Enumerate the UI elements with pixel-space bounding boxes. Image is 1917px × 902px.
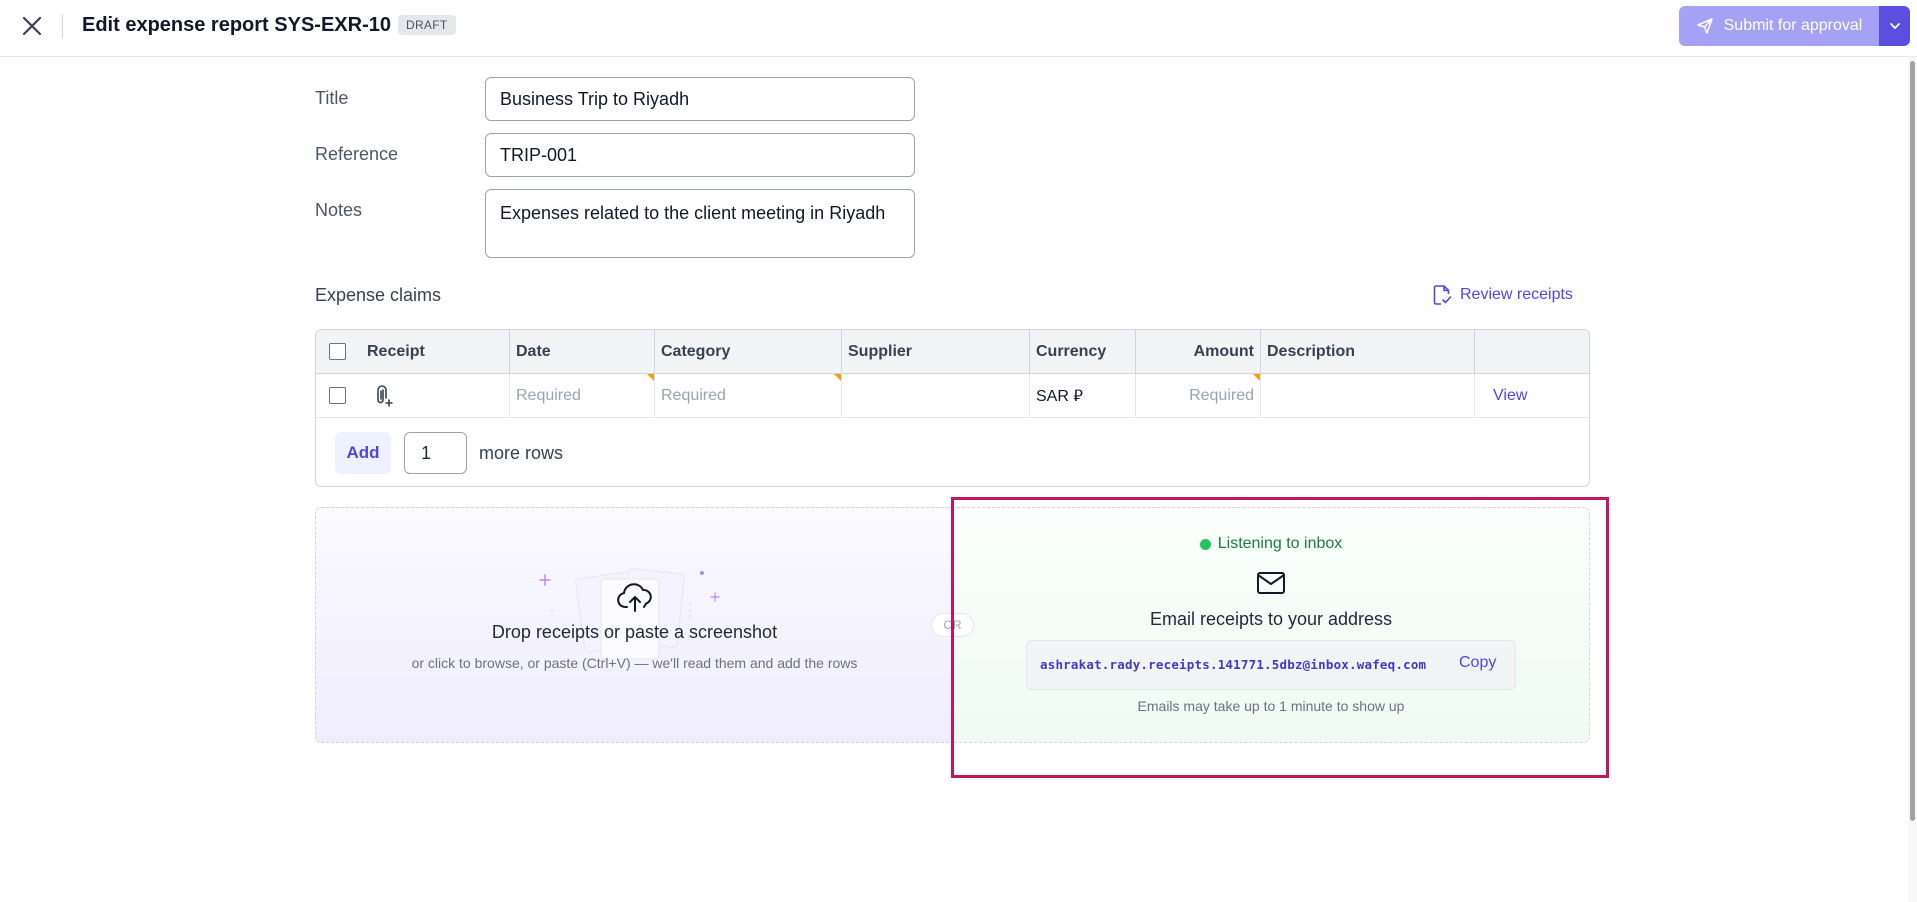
drop-title: Drop receipts or paste a screenshot — [491, 622, 778, 642]
reference-field[interactable]: TRIP-001 — [485, 133, 915, 177]
column-header-actions — [1474, 330, 1589, 373]
more-rows-label: more rows — [479, 443, 564, 463]
expense-claims-heading: Expense claims — [315, 285, 442, 305]
receipt-drop-zone[interactable]: Drop receipts or paste a screenshot or c… — [315, 507, 952, 743]
category-placeholder: Required — [661, 386, 726, 404]
top-bar: Edit expense report SYS-EXR-10 DRAFT Sub… — [0, 0, 1917, 57]
notes-label: Notes — [315, 200, 363, 220]
close-button[interactable] — [18, 12, 46, 40]
select-all-checkbox[interactable] — [329, 343, 346, 360]
actions-cell: View — [1474, 374, 1589, 417]
view-link[interactable]: View — [1493, 387, 1527, 405]
reference-label: Reference — [315, 144, 399, 164]
email-title: Email receipts to your address — [1149, 609, 1393, 629]
header-select-all — [329, 330, 359, 373]
listening-label: Listening to inbox — [1217, 535, 1343, 552]
listening-status: Listening to inbox — [952, 535, 1590, 553]
category-cell[interactable]: Required — [654, 374, 841, 417]
attach-receipt-button[interactable] — [374, 374, 402, 417]
date-placeholder: Required — [516, 386, 581, 404]
page-title: Edit expense report SYS-EXR-10 — [82, 14, 391, 36]
paperclip-add-icon — [377, 384, 393, 407]
column-header-supplier: Supplier — [841, 330, 1029, 373]
send-icon — [1696, 18, 1713, 34]
cloud-upload-icon — [617, 583, 652, 612]
add-rows-button[interactable]: Add — [335, 432, 391, 474]
column-header-description: Description — [1260, 330, 1474, 373]
document-check-icon — [1433, 285, 1452, 305]
review-receipts-link[interactable]: Review receipts — [1432, 284, 1573, 306]
currency-cell[interactable]: SAR ⃁ — [1029, 374, 1135, 417]
amount-placeholder: Required — [1189, 386, 1254, 404]
email-delay-note: Emails may take up to 1 minute to show u… — [1137, 698, 1405, 714]
date-cell[interactable]: Required — [509, 374, 654, 417]
email-address-box: ashrakat.rady.receipts.141771.5dbz@inbox… — [1026, 640, 1516, 690]
expense-claims-table: Receipt Date Category Supplier Currency … — [315, 329, 1590, 487]
review-receipts-label: Review receipts — [1460, 286, 1573, 303]
amount-cell[interactable]: Required — [1135, 374, 1260, 417]
supplier-cell[interactable] — [841, 374, 1029, 417]
description-cell[interactable] — [1260, 374, 1474, 417]
email-address[interactable]: ashrakat.rady.receipts.141771.5dbz@inbox… — [1040, 657, 1426, 672]
row-select — [329, 374, 359, 417]
column-header-currency: Currency — [1029, 330, 1135, 373]
vertical-scrollbar[interactable] — [1908, 57, 1917, 902]
column-header-receipt: Receipt — [367, 342, 425, 360]
status-badge: DRAFT — [398, 15, 456, 35]
title-label: Title — [315, 88, 349, 108]
drop-subtitle: or click to browse, or paste (Ctrl+V) — … — [411, 655, 858, 671]
title-field[interactable]: Business Trip to Riyadh — [485, 77, 915, 121]
chevron-down-icon — [1889, 23, 1900, 29]
mail-icon — [1257, 572, 1285, 594]
table-header: Receipt Date Category Supplier Currency … — [316, 330, 1589, 374]
status-dot — [1199, 538, 1211, 550]
email-receipts-panel: Listening to inbox Email receipts to you… — [952, 507, 1590, 743]
table-row: Required Required SAR ⃁ Required View — [316, 374, 1589, 418]
required-marker — [834, 374, 841, 381]
submit-options-button[interactable] — [1879, 6, 1910, 46]
required-marker — [647, 374, 654, 381]
copy-button[interactable]: Copy — [1459, 654, 1496, 672]
scrollbar-thumb[interactable] — [1910, 61, 1915, 821]
notes-field[interactable]: Expenses related to the client meeting i… — [485, 189, 915, 258]
close-icon[interactable] — [21, 15, 43, 37]
header-divider — [62, 14, 63, 38]
submit-label: Submit for approval — [1723, 17, 1863, 34]
column-header-category: Category — [654, 330, 841, 373]
required-marker — [1253, 374, 1260, 381]
rows-count-input[interactable]: 1 — [404, 432, 467, 474]
row-checkbox[interactable] — [329, 387, 346, 404]
column-header-amount: Amount — [1135, 330, 1260, 373]
submit-for-approval-button[interactable]: Submit for approval — [1679, 6, 1879, 46]
or-divider: OR — [931, 613, 974, 637]
column-header-date: Date — [509, 330, 654, 373]
